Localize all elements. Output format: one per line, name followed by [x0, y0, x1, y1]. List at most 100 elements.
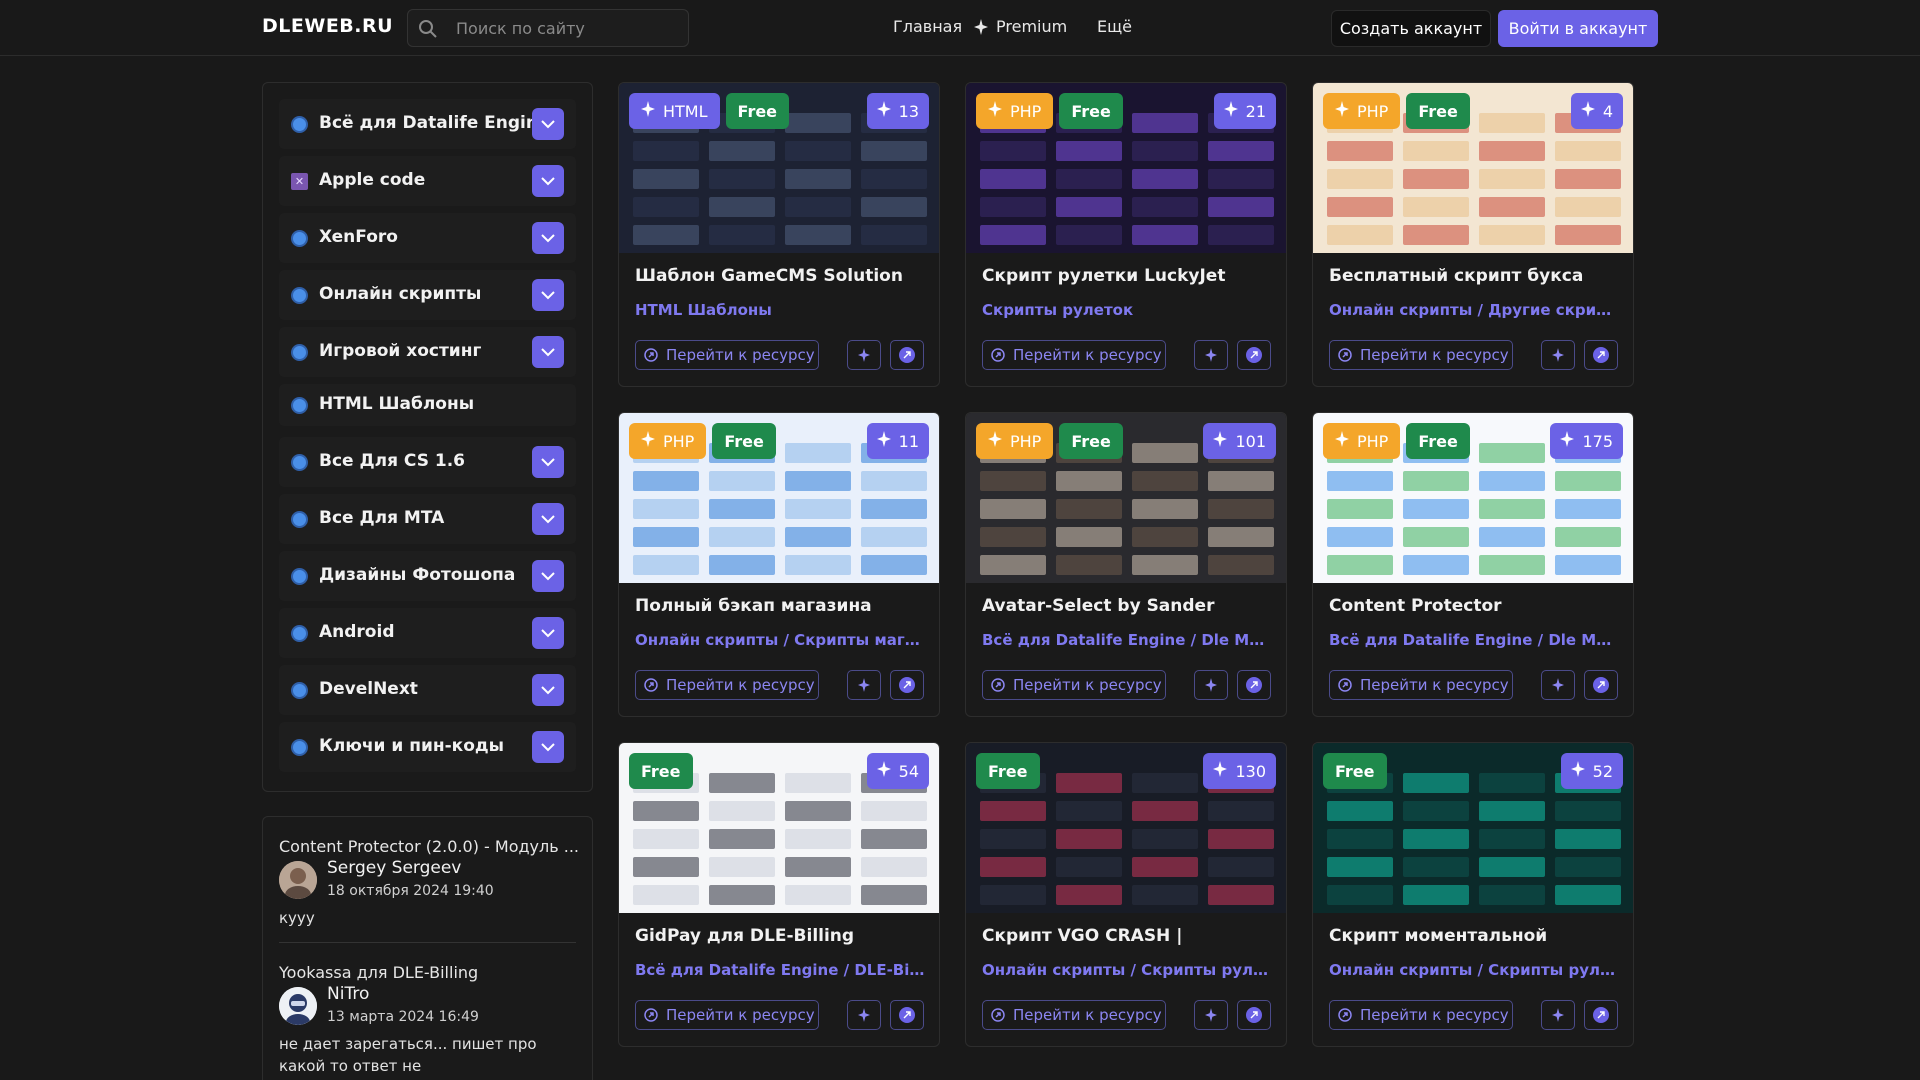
open-link-button[interactable] [1237, 670, 1271, 700]
comment-title[interactable]: Content Protector (2.0.0) - Модуль ... [279, 837, 579, 856]
premium-button[interactable] [847, 1000, 881, 1030]
sidebar-category-item[interactable]: ✕ Apple code [279, 156, 576, 206]
open-link-button[interactable] [1584, 1000, 1618, 1030]
resource-category-link[interactable]: Онлайн скрипты / Скрипты рулеток [1329, 961, 1621, 979]
external-link-icon [1338, 1008, 1352, 1022]
sidebar-category-item[interactable]: DevelNext [279, 665, 576, 715]
resource-card[interactable]: PHP Free 175 Content Protector Всё для Datal… [1312, 412, 1634, 717]
resource-category-link[interactable]: Онлайн скрипты / Другие скрипты [1329, 301, 1621, 319]
chevron-down-icon[interactable] [532, 336, 564, 368]
count-value: 21 [1245, 101, 1266, 121]
avatar [279, 987, 317, 1025]
resource-title[interactable]: Скрипт VGO CRASH | [982, 926, 1274, 946]
premium-button[interactable] [847, 670, 881, 700]
resource-card[interactable]: PHP Free 11 Полный бэкап магазина Онлайн скр… [618, 412, 940, 717]
comment-author[interactable]: NiTro [327, 984, 369, 1004]
free-badge: Free [712, 423, 776, 459]
go-to-resource-button[interactable]: Перейти к ресурсу [982, 1000, 1166, 1030]
sidebar-category-item[interactable]: Онлайн скрипты [279, 270, 576, 320]
chevron-down-icon[interactable] [532, 674, 564, 706]
sparkle-icon [1552, 348, 1564, 362]
resource-title[interactable]: Шаблон GameCMS Solution [635, 266, 927, 286]
resource-category-link[interactable]: Всё для Datalife Engine / Dle Модули [982, 631, 1274, 649]
sidebar-category-item[interactable]: Дизайны Фотошопа [279, 551, 576, 601]
comment-author[interactable]: Sergey Sergeev [327, 858, 461, 878]
premium-button[interactable] [1194, 670, 1228, 700]
open-link-button[interactable] [1237, 1000, 1271, 1030]
premium-button[interactable] [1541, 1000, 1575, 1030]
resource-card[interactable]: Free 54 GidPay для DLE-Billing Всё для Data… [618, 742, 940, 1047]
go-to-resource-button[interactable]: Перейти к ресурсу [982, 340, 1166, 370]
premium-button[interactable] [1194, 340, 1228, 370]
go-to-resource-label: Перейти к ресурсу [1360, 676, 1509, 694]
chevron-down-icon[interactable] [532, 503, 564, 535]
open-link-button[interactable] [890, 1000, 924, 1030]
open-link-button[interactable] [1584, 670, 1618, 700]
search-input[interactable] [456, 10, 682, 46]
resource-category-link[interactable]: Всё для Datalife Engine / Dle Модули [1329, 631, 1621, 649]
sidebar-category-item[interactable]: Ключи и пин-коды [279, 722, 576, 772]
resource-card[interactable]: HTML Free 13 Шаблон GameCMS Solution HTML Ша… [618, 82, 940, 387]
resource-title[interactable]: Бесплатный скрипт букса [1329, 266, 1621, 286]
sidebar-category-item[interactable]: Android [279, 608, 576, 658]
resource-card[interactable]: PHP Free 21 Скрипт рулетки LuckyJet Скрипты … [965, 82, 1287, 387]
sidebar-category-item[interactable]: Все Для CS 1.6 [279, 437, 576, 487]
resource-card[interactable]: PHP Free 101 Avatar-Select by Sander Всё для… [965, 412, 1287, 717]
resource-category-link[interactable]: Всё для Datalife Engine / DLE-Billing [635, 961, 927, 979]
sidebar-category-item[interactable]: XenForo [279, 213, 576, 263]
resource-title[interactable]: Полный бэкап магазина [635, 596, 927, 616]
resource-category-link[interactable]: Онлайн скрипты / Скрипты магазин... [635, 631, 927, 649]
resource-card[interactable]: Free 52 Скрипт моментальной Онлайн скрипты … [1312, 742, 1634, 1047]
go-to-resource-button[interactable]: Перейти к ресурсу [982, 670, 1166, 700]
resource-category-link[interactable]: Скрипты рулеток [982, 301, 1274, 319]
resource-title[interactable]: Скрипт моментальной [1329, 926, 1621, 946]
resource-title[interactable]: Скрипт рулетки LuckyJet [982, 266, 1274, 286]
comment-item[interactable]: Yookassa для DLE-Billing NiTro 13 марта … [279, 963, 579, 1075]
site-logo[interactable]: DLEWEB.RU [262, 15, 393, 37]
create-account-button[interactable]: Создать аккаунт [1331, 10, 1491, 47]
premium-button[interactable] [1541, 670, 1575, 700]
go-to-resource-button[interactable]: Перейти к ресурсу [1329, 1000, 1513, 1030]
language-badge: PHP [1323, 93, 1401, 129]
comment-item[interactable]: Content Protector (2.0.0) - Модуль ... S… [279, 837, 579, 927]
resource-category-link[interactable]: HTML Шаблоны [635, 301, 927, 319]
nav-premium[interactable]: Premium [974, 17, 1067, 36]
open-link-button[interactable] [1584, 340, 1618, 370]
chevron-down-icon[interactable] [532, 108, 564, 140]
nav-home[interactable]: Главная [893, 17, 962, 36]
comment-title[interactable]: Yookassa для DLE-Billing [279, 963, 579, 982]
go-to-resource-label: Перейти к ресурсу [1013, 1006, 1162, 1024]
premium-button[interactable] [1541, 340, 1575, 370]
login-button[interactable]: Войти в аккаунт [1498, 10, 1658, 47]
go-to-resource-button[interactable]: Перейти к ресурсу [635, 670, 819, 700]
resource-category-link[interactable]: Онлайн скрипты / Скрипты рулеток [982, 961, 1274, 979]
chevron-down-icon[interactable] [532, 279, 564, 311]
resource-title[interactable]: Content Protector [1329, 596, 1621, 616]
chevron-down-icon[interactable] [532, 560, 564, 592]
premium-button[interactable] [1194, 1000, 1228, 1030]
resource-card[interactable]: Free 130 Скрипт VGO CRASH | Онлайн скрипты … [965, 742, 1287, 1047]
chevron-down-icon[interactable] [532, 222, 564, 254]
go-to-resource-button[interactable]: Перейти к ресурсу [635, 1000, 819, 1030]
sidebar-category-item[interactable]: Игровой хостинг [279, 327, 576, 377]
go-to-resource-button[interactable]: Перейти к ресурсу [1329, 670, 1513, 700]
nav-more[interactable]: Ещё [1097, 17, 1132, 36]
go-to-resource-button[interactable]: Перейти к ресурсу [1329, 340, 1513, 370]
sidebar-category-item[interactable]: Все Для MTA [279, 494, 576, 544]
chevron-down-icon[interactable] [532, 446, 564, 478]
resource-title[interactable]: GidPay для DLE-Billing [635, 926, 927, 946]
apple-code-icon: ✕ [291, 172, 308, 190]
open-link-button[interactable] [1237, 340, 1271, 370]
premium-button[interactable] [847, 340, 881, 370]
resource-title[interactable]: Avatar-Select by Sander [982, 596, 1274, 616]
go-to-resource-button[interactable]: Перейти к ресурсу [635, 340, 819, 370]
resource-card[interactable]: PHP Free 4 Бесплатный скрипт букса Онлайн ск… [1312, 82, 1634, 387]
sidebar-category-item[interactable]: HTML Шаблоны [279, 384, 576, 426]
open-link-button[interactable] [890, 340, 924, 370]
chevron-down-icon[interactable] [532, 731, 564, 763]
search-box[interactable] [407, 9, 689, 47]
chevron-down-icon[interactable] [532, 165, 564, 197]
sidebar-category-item[interactable]: Всё для Datalife Engine [279, 99, 576, 149]
open-link-button[interactable] [890, 670, 924, 700]
chevron-down-icon[interactable] [532, 617, 564, 649]
